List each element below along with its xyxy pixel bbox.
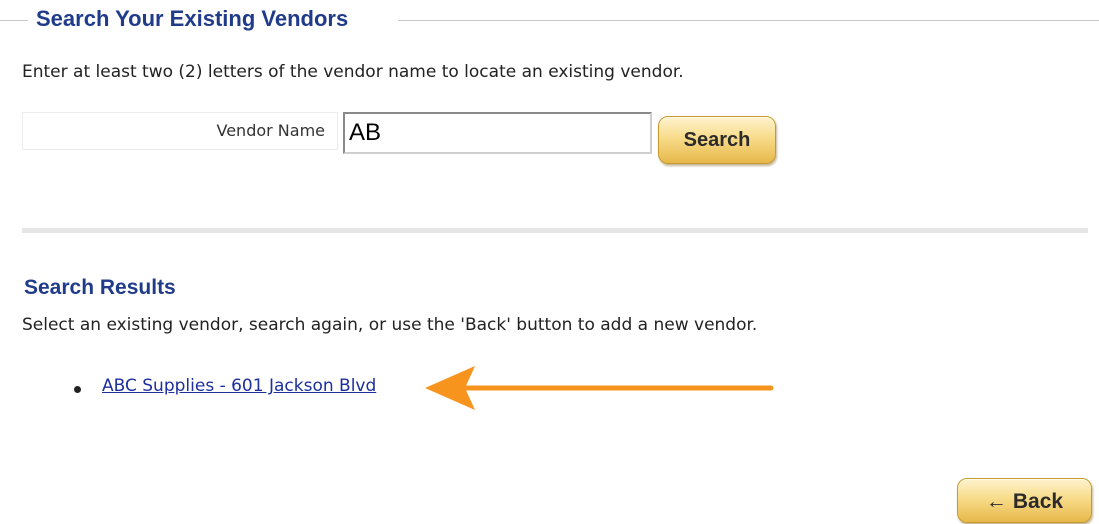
fieldset-border-left bbox=[0, 20, 28, 21]
section-divider bbox=[22, 228, 1088, 233]
vendor-name-input[interactable] bbox=[343, 112, 652, 154]
back-button-label: Back bbox=[1012, 490, 1064, 513]
back-button[interactable]: ← Back bbox=[957, 478, 1092, 523]
results-title: Search Results bbox=[24, 276, 176, 299]
vendor-name-label: Vendor Name bbox=[216, 121, 326, 140]
vendor-name-label-cell: Vendor Name bbox=[22, 112, 338, 150]
left-arrow-icon bbox=[425, 366, 774, 410]
search-instructions: Enter at least two (2) letters of the ve… bbox=[22, 62, 684, 82]
results-instructions: Select an existing vendor, search again,… bbox=[22, 315, 758, 335]
bullet-icon bbox=[74, 386, 81, 393]
vendor-result-link[interactable]: ABC Supplies - 601 Jackson Blvd bbox=[102, 376, 376, 396]
search-button[interactable]: Search bbox=[658, 116, 776, 164]
back-arrow-icon: ← bbox=[985, 490, 1007, 513]
fieldset-border-right bbox=[398, 20, 1099, 21]
section-title: Search Your Existing Vendors bbox=[36, 6, 349, 31]
